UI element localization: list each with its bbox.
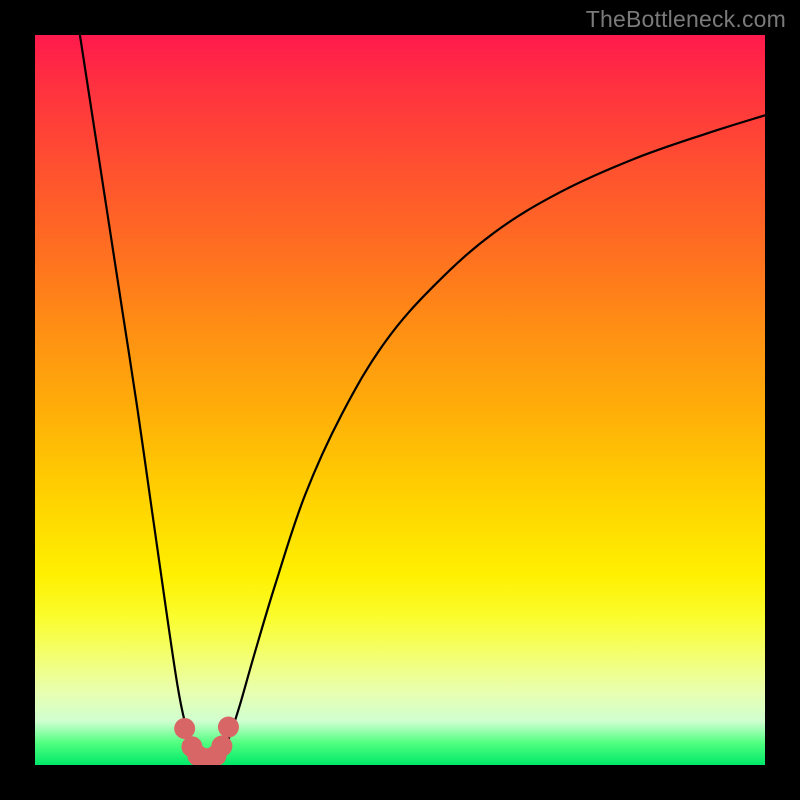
valley-marker bbox=[174, 718, 195, 739]
valley-marker bbox=[200, 748, 221, 765]
plot-area bbox=[35, 35, 765, 765]
curve-layer bbox=[35, 35, 765, 765]
valley-marker bbox=[187, 745, 208, 765]
valley-marker bbox=[206, 745, 227, 765]
valley-markers bbox=[174, 717, 239, 765]
chart-frame: TheBottleneck.com bbox=[0, 0, 800, 800]
valley-marker bbox=[218, 717, 239, 738]
valley-marker bbox=[181, 736, 202, 757]
valley-marker bbox=[211, 736, 232, 757]
valley-marker bbox=[194, 748, 215, 765]
watermark-text: TheBottleneck.com bbox=[586, 6, 786, 33]
left-curve bbox=[79, 35, 199, 754]
right-curve bbox=[221, 115, 765, 754]
